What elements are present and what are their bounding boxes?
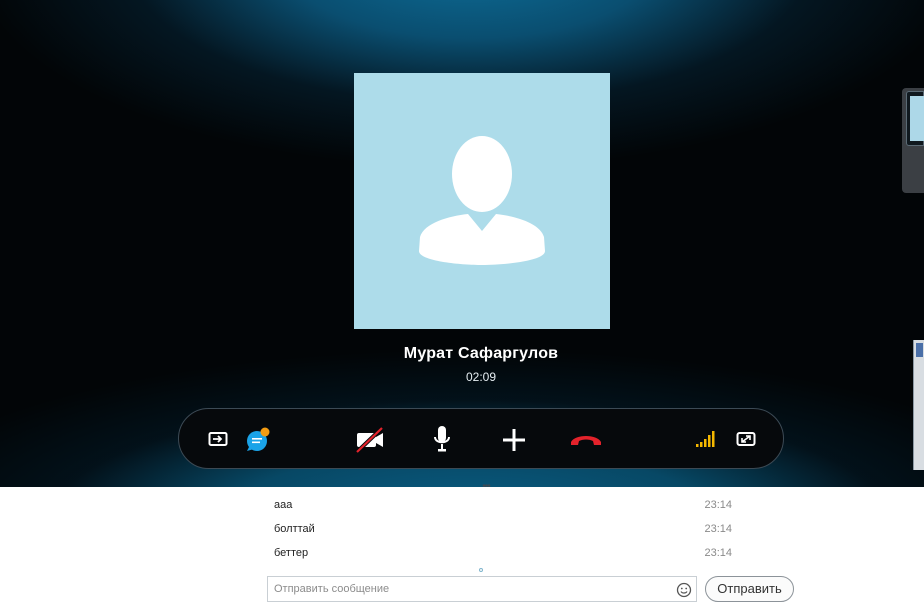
notification-badge xyxy=(260,427,270,437)
call-duration: 02:09 xyxy=(465,370,497,384)
plus-icon xyxy=(503,429,525,451)
send-button[interactable]: Отправить xyxy=(705,576,794,602)
chat-message: беттер 23:14 xyxy=(274,547,732,563)
default-user-icon xyxy=(419,136,545,265)
chat-resize-handle[interactable]: ••• xyxy=(480,482,492,492)
caller-name: Мурат Сафаргулов xyxy=(403,345,559,362)
call-quality-indicator[interactable] xyxy=(694,429,718,449)
caller-avatar xyxy=(354,73,610,329)
expand-icon xyxy=(736,432,756,446)
message-time: 23:14 xyxy=(704,523,732,535)
message-time: 23:14 xyxy=(704,547,732,559)
chat-message: ааа 23:14 xyxy=(274,499,732,515)
chat-message: болттай 23:14 xyxy=(274,523,732,539)
call-stage: Мурат Сафаргулов 02:09 xyxy=(0,0,924,487)
signal-icon xyxy=(696,431,715,447)
call-control-bar xyxy=(178,408,784,469)
message-text: ааа xyxy=(274,499,293,511)
message-input[interactable] xyxy=(274,580,664,598)
chat-bubble-icon xyxy=(247,427,270,451)
add-participant-button[interactable] xyxy=(500,426,528,454)
background-window-edge xyxy=(913,340,924,470)
microphone-icon xyxy=(434,426,450,452)
message-text: болттай xyxy=(274,523,315,535)
message-text: беттер xyxy=(274,547,309,559)
video-toggle-button[interactable] xyxy=(353,424,387,454)
message-composer xyxy=(267,576,697,602)
hang-up-button[interactable] xyxy=(568,429,604,451)
self-view-image xyxy=(910,96,924,141)
typing-indicator xyxy=(479,568,483,572)
message-time: 23:14 xyxy=(704,499,732,511)
chat-button[interactable] xyxy=(243,425,273,453)
share-screen-button[interactable] xyxy=(207,429,229,449)
video-off-icon xyxy=(355,426,384,453)
end-call-icon xyxy=(571,436,601,445)
fullscreen-button[interactable] xyxy=(735,429,757,449)
microphone-button[interactable] xyxy=(431,423,453,455)
share-screen-icon xyxy=(208,432,228,446)
